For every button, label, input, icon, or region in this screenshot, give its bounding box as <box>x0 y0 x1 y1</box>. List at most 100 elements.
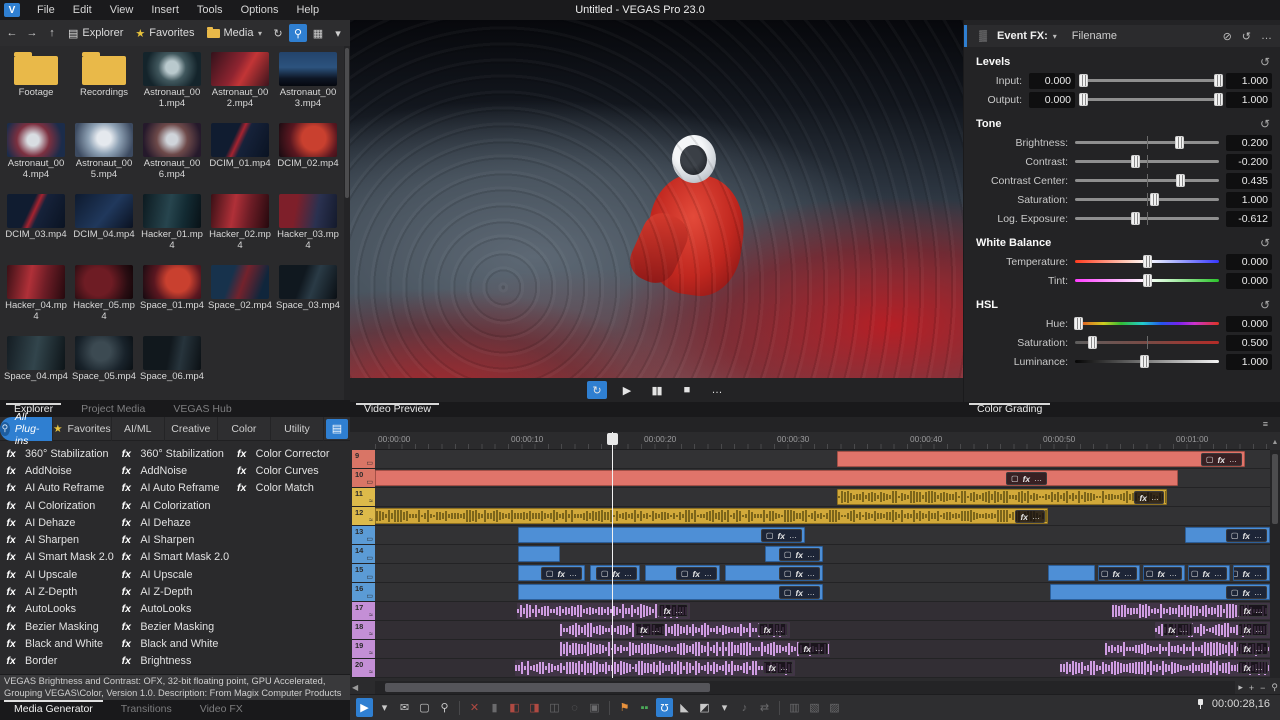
more-icon[interactable]: … <box>624 569 632 578</box>
track-lane-12[interactable]: fx… <box>375 507 1270 526</box>
plugin-item[interactable]: fxAI Z-Depth <box>4 583 119 600</box>
crop-icon[interactable]: ▢ <box>1233 569 1238 578</box>
plugin-item[interactable]: fx360° Stabilization <box>4 445 119 462</box>
forward-icon[interactable]: → <box>23 24 41 42</box>
timeline-clip[interactable]: ▢fx… <box>1098 565 1140 581</box>
fx-slider[interactable] <box>1075 273 1219 288</box>
fx-value-input[interactable]: 0.000 <box>1029 92 1075 108</box>
media-item[interactable]: Space_04.mp4 <box>2 333 70 404</box>
audio-tool-icon[interactable]: ♪ <box>736 698 753 717</box>
trim-start-icon[interactable]: ◧ <box>506 698 523 717</box>
fx-slider[interactable] <box>1075 354 1219 369</box>
more-icon[interactable]: … <box>1169 569 1177 578</box>
fx-value-input[interactable]: -0.612 <box>1226 211 1272 227</box>
more-icon[interactable]: … <box>569 569 577 578</box>
crop-icon[interactable]: ▢ <box>1101 569 1109 578</box>
fx-slider[interactable] <box>1082 73 1219 88</box>
fx-slider[interactable] <box>1075 135 1219 150</box>
media-item[interactable]: Space_06.mp4 <box>138 333 206 404</box>
plugin-item[interactable]: fxAI Sharpen <box>119 531 234 548</box>
more-icon[interactable]: … <box>1229 455 1237 464</box>
crop-icon[interactable]: ▢ <box>784 569 792 578</box>
plugin-tab-creative[interactable]: Creative <box>165 417 218 441</box>
track-lane-14[interactable]: ▢fx… <box>375 545 1270 564</box>
plugin-item[interactable]: fxAI Sharpen <box>4 531 119 548</box>
fx-slider[interactable] <box>1075 173 1219 188</box>
selection-tool-button[interactable]: ▢ <box>416 698 433 717</box>
timeline-clip[interactable] <box>518 546 560 562</box>
fx-slider[interactable] <box>1075 335 1219 350</box>
trim-tool-icon[interactable]: ▮ <box>486 698 503 717</box>
media-item[interactable]: DCIM_02.mp4 <box>274 120 342 191</box>
zoom-tool-button[interactable]: ⚲ <box>436 698 453 717</box>
stop-button[interactable]: ■ <box>677 381 697 399</box>
more-icon[interactable]: … <box>1032 512 1040 521</box>
fx-slider[interactable] <box>1075 154 1219 169</box>
more-icon[interactable]: … <box>1255 625 1263 634</box>
more-icon[interactable]: … <box>807 550 815 559</box>
media-item[interactable]: Space_02.mp4 <box>206 262 274 333</box>
plugin-item[interactable]: fxAI Smart Mask 2.0 <box>4 549 119 566</box>
plugin-item[interactable]: fxColor Corrector <box>235 445 350 462</box>
fx-badge-icon[interactable]: fx <box>1217 455 1225 465</box>
timeline-clip[interactable]: ▢fx… <box>1233 565 1270 581</box>
loop-playback-button[interactable]: ↻ <box>587 381 607 399</box>
plugin-item[interactable]: fxAI Auto Reframe <box>119 480 234 497</box>
media-item[interactable]: Hacker_01.mp4 <box>138 191 206 262</box>
more-icon[interactable]: … <box>780 663 788 672</box>
plugin-item[interactable]: fxAI Auto Reframe <box>4 480 119 497</box>
plugin-item[interactable]: fxColor Match <box>235 480 350 497</box>
slider-handle[interactable] <box>1143 255 1152 268</box>
timeline-clip[interactable]: fx … <box>560 641 830 657</box>
clip-badges[interactable]: fx… <box>1238 661 1268 674</box>
normalize-icon[interactable]: ▥ <box>786 698 803 717</box>
favorites-button[interactable]: ★Favorites <box>130 24 199 43</box>
insert-marker-button[interactable]: ⚑ <box>616 698 633 717</box>
timeline-clip[interactable]: fx… <box>1105 641 1270 657</box>
track-header-15[interactable]: 15▭ <box>352 564 375 583</box>
fx-slider[interactable] <box>1075 192 1219 207</box>
more-icon[interactable]: … <box>815 644 823 653</box>
timeline-clip[interactable]: ▢fx… <box>725 565 823 581</box>
slider-handle-high[interactable] <box>1214 74 1223 87</box>
group-icon[interactable]: ▧ <box>806 698 823 717</box>
timeline-clip[interactable]: fx… <box>1060 660 1270 676</box>
fx-badge-icon[interactable]: fx <box>1112 569 1120 579</box>
edit-tool-button[interactable]: ▶ <box>356 698 373 717</box>
fx-value-input[interactable]: 1.000 <box>1226 192 1272 208</box>
reset-icon[interactable]: ↺ <box>1260 55 1270 69</box>
mixer-icon[interactable]: ⇄ <box>756 698 773 717</box>
fx-badge-icon[interactable]: fx <box>803 644 811 654</box>
fx-badge-icon[interactable]: fx <box>777 531 785 541</box>
media-item[interactable]: DCIM_04.mp4 <box>70 191 138 262</box>
track-header-9[interactable]: 9▭ <box>352 450 375 469</box>
menu-options[interactable]: Options <box>232 0 288 20</box>
clip-badges[interactable]: ▢fx… <box>779 567 820 580</box>
more-icon[interactable]: … <box>807 569 815 578</box>
menu-help[interactable]: Help <box>287 0 328 20</box>
clip-badges[interactable]: fx… <box>1134 491 1164 504</box>
timeline-clip[interactable]: ▢fx… <box>1188 565 1230 581</box>
crop-icon[interactable]: ▢ <box>1191 569 1199 578</box>
media-item[interactable]: Astronaut_003.mp4 <box>274 49 342 120</box>
media-folder[interactable]: Recordings <box>70 49 138 120</box>
menu-view[interactable]: View <box>101 0 143 20</box>
lock-event-icon[interactable]: ▣ <box>586 698 603 717</box>
fx-value-input[interactable]: 0.500 <box>1226 335 1272 351</box>
insert-region-button[interactable]: ▪▪ <box>636 698 653 717</box>
media-item[interactable]: Astronaut_001.mp4 <box>138 49 206 120</box>
track-lane-15[interactable]: ▢fx…▢fx…▢fx…▢fx…▢fx…▢fx…▢fx…▢fx… <box>375 564 1270 583</box>
timeline-clip[interactable]: fx… <box>375 508 1048 524</box>
clip-badges[interactable]: fx… <box>1163 623 1193 636</box>
ripple-dropdown-icon[interactable]: ▾ <box>716 698 733 717</box>
plugin-item[interactable]: fxAddNoise <box>4 462 119 479</box>
media-folder[interactable]: Footage <box>2 49 70 120</box>
fx-badge-icon[interactable]: fx <box>1168 625 1176 635</box>
fx-badge-icon[interactable]: fx <box>692 569 700 579</box>
crop-icon[interactable]: ▢ <box>1231 531 1239 540</box>
fx-value-input[interactable]: 0.200 <box>1226 135 1272 151</box>
timeline-clip[interactable]: ▢fx… <box>590 565 640 581</box>
track-header-14[interactable]: 14▭ <box>352 545 375 564</box>
tab-video-preview[interactable]: Video Preview <box>350 403 445 417</box>
plugin-item[interactable]: fx360° Stabilization <box>119 445 234 462</box>
